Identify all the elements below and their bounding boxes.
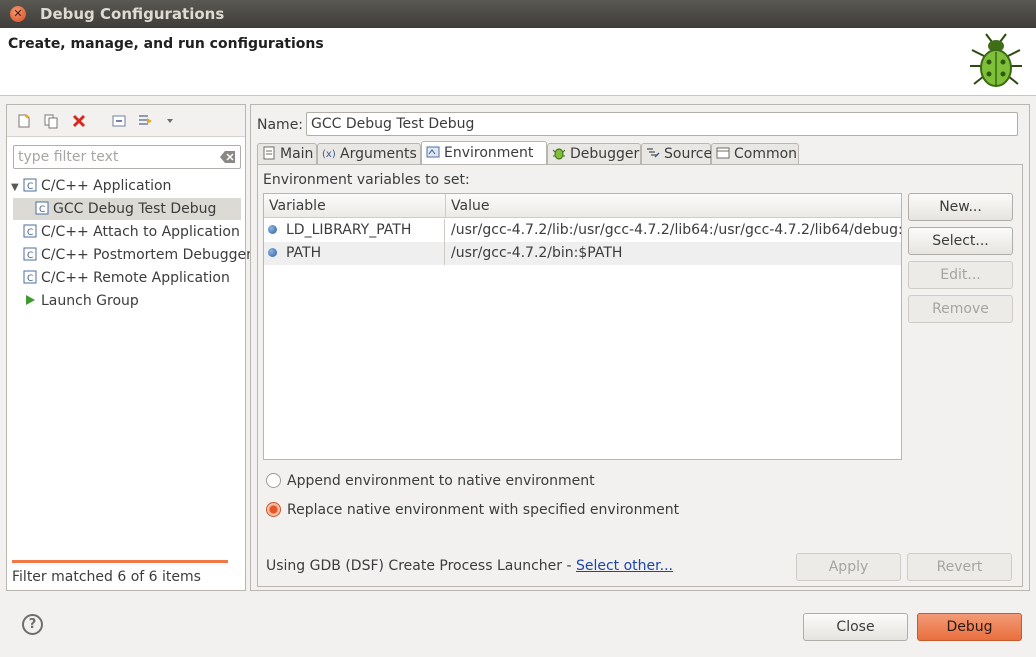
dialog-heading: Create, manage, and run configurations — [8, 36, 324, 52]
clear-filter-icon[interactable] — [220, 150, 236, 164]
environment-variables-label: Environment variables to set: — [263, 172, 470, 188]
configuration-tree-panel: ▼ C C/C++ Application C GCC Debug Test Debu… — [6, 104, 252, 591]
tree-item-label: C/C++ Attach to Application — [41, 224, 240, 240]
value-cell: /usr/gcc-4.7.2/lib:/usr/gcc-4.7.2/lib64:… — [451, 222, 901, 238]
variable-cell: LD_LIBRARY_PATH — [264, 219, 445, 242]
delete-icon[interactable] — [71, 113, 87, 129]
name-label: Name: — [257, 117, 304, 133]
debugger-tab-icon — [552, 148, 566, 160]
environment-table[interactable]: Variable Value LD_LIBRARY_PATH /usr/gcc-… — [263, 193, 902, 460]
tab-label: Environment — [444, 145, 534, 161]
svg-text:C: C — [27, 251, 33, 261]
tree-item-label: GCC Debug Test Debug — [53, 201, 217, 217]
filter-status-text: Filter matched 6 of 6 items — [12, 569, 201, 585]
tab-environment[interactable]: Environment — [421, 141, 547, 165]
environment-tab-content: Environment variables to set: Variable V… — [257, 164, 1023, 587]
common-tab-icon — [716, 147, 730, 159]
collapse-all-icon[interactable] — [111, 113, 127, 129]
tree-item-label: Launch Group — [41, 293, 139, 309]
replace-environment-option[interactable]: Replace native environment with specifie… — [266, 500, 716, 520]
column-header-value[interactable]: Value — [446, 194, 901, 218]
tree-item-label: C/C++ Postmortem Debugger — [41, 247, 252, 263]
name-input[interactable] — [306, 112, 1018, 136]
bug-icon — [970, 33, 1022, 87]
tree-item-label: C/C++ Application — [41, 178, 172, 194]
select-button[interactable]: Select... — [908, 227, 1013, 255]
append-radio[interactable] — [266, 473, 281, 488]
svg-text:C: C — [27, 274, 33, 284]
remove-button[interactable]: Remove — [908, 295, 1013, 323]
tab-debugger[interactable]: Debugger — [547, 143, 641, 165]
launcher-info: Using GDB (DSF) Create Process Launcher … — [266, 558, 673, 574]
tree-item-launch-group[interactable]: Launch Group — [23, 290, 243, 312]
tree-item-c-cpp-application[interactable]: ▼ C C/C++ Application — [11, 175, 243, 197]
launcher-text: Using GDB (DSF) Create Process Launcher … — [266, 558, 576, 574]
tree-item-remote-application[interactable]: C C/C++ Remote Application — [23, 267, 243, 289]
tab-label: Debugger — [570, 146, 640, 162]
select-other-link[interactable]: Select other... — [576, 558, 673, 574]
tree-toolbar — [7, 105, 245, 137]
tab-label: Source — [664, 146, 713, 162]
source-tab-icon — [647, 148, 660, 158]
revert-button[interactable]: Revert — [907, 553, 1012, 581]
tab-source[interactable]: Source — [641, 143, 713, 165]
tab-common[interactable]: Common — [711, 143, 799, 165]
column-header-variable[interactable]: Variable — [264, 194, 446, 218]
tab-label: Common — [734, 146, 798, 162]
arguments-tab-icon: (x) — [322, 149, 336, 160]
edit-button[interactable]: Edit... — [908, 261, 1013, 289]
tab-arguments[interactable]: (x) Arguments — [317, 143, 421, 165]
table-row[interactable]: PATH /usr/gcc-4.7.2/bin:$PATH — [264, 242, 901, 265]
svg-text:(x): (x) — [322, 149, 336, 160]
svg-text:C: C — [27, 182, 33, 192]
value-cell: /usr/gcc-4.7.2/bin:$PATH — [451, 245, 623, 261]
launch-group-icon — [26, 295, 35, 305]
filter-input[interactable] — [14, 146, 214, 168]
tree-item-attach-to-application[interactable]: C C/C++ Attach to Application — [23, 221, 243, 243]
tree-item-postmortem-debugger[interactable]: C C/C++ Postmortem Debugger — [23, 244, 252, 266]
window-title: Debug Configurations — [40, 5, 225, 23]
filter-configurations-icon[interactable] — [137, 113, 153, 129]
close-window-icon[interactable]: ✕ — [10, 6, 26, 22]
replace-radio[interactable] — [266, 502, 281, 517]
svg-text:C: C — [39, 205, 45, 215]
new-button[interactable]: New... — [908, 193, 1013, 221]
help-icon[interactable]: ? — [22, 614, 43, 635]
dialog-header: Create, manage, and run configurations — [0, 28, 1036, 96]
table-row[interactable]: LD_LIBRARY_PATH /usr/gcc-4.7.2/lib:/usr/… — [264, 219, 901, 242]
close-button[interactable]: Close — [803, 613, 908, 641]
replace-radio-label: Replace native environment with specifie… — [287, 502, 680, 518]
chevron-down-icon[interactable] — [162, 113, 178, 129]
append-radio-label: Append environment to native environment — [287, 473, 595, 489]
tab-label: Main — [280, 146, 314, 162]
variable-cell: PATH — [264, 242, 445, 265]
apply-button[interactable]: Apply — [796, 553, 901, 581]
c-config-icon: C — [35, 201, 49, 215]
c-app-icon: C — [23, 224, 37, 238]
filter-field[interactable] — [13, 145, 241, 169]
debug-button[interactable]: Debug — [917, 613, 1022, 641]
tab-label: Arguments — [340, 146, 417, 162]
new-configuration-icon[interactable] — [16, 113, 32, 129]
filter-progress-bar — [12, 560, 228, 563]
c-app-icon: C — [23, 270, 37, 284]
svg-text:C: C — [27, 228, 33, 238]
c-app-icon: C — [23, 178, 37, 192]
environment-tab-icon — [426, 146, 440, 158]
tab-bar: Main (x) Arguments Environment Debugger S… — [257, 141, 1017, 165]
title-bar: ✕ Debug Configurations — [0, 0, 1036, 28]
duplicate-icon[interactable] — [43, 113, 59, 129]
main-tab-icon — [263, 146, 275, 160]
c-app-icon: C — [23, 247, 37, 261]
append-environment-option[interactable]: Append environment to native environment — [266, 471, 666, 491]
expand-arrow-icon[interactable]: ▼ — [11, 177, 23, 199]
configuration-editor-panel: Name: Main (x) Arguments Environment Debu… — [250, 104, 1030, 591]
tree-item-label: C/C++ Remote Application — [41, 270, 230, 286]
tree-item-gcc-debug-test-debug[interactable]: C GCC Debug Test Debug — [13, 198, 241, 220]
tab-main[interactable]: Main — [257, 143, 317, 165]
